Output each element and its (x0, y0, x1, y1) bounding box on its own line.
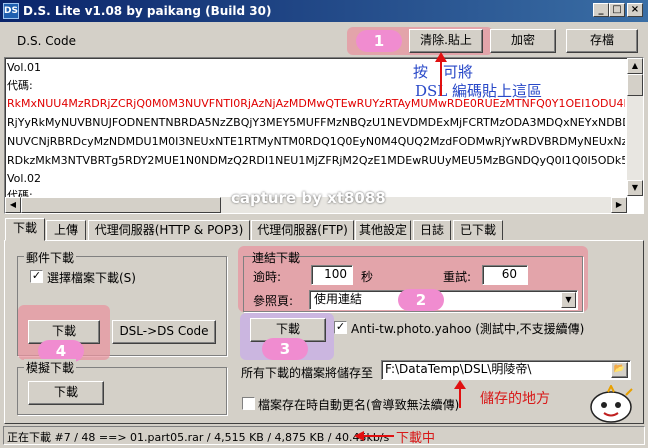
dropdown-arrow-icon[interactable]: ▼ (561, 292, 576, 308)
annotation-downloading: 下載中 (396, 431, 436, 446)
title-bar[interactable]: DS D.S. Lite v1.08 by paikang (Build 30)… (0, 0, 648, 22)
tab-log[interactable]: 日誌 (413, 220, 451, 240)
tab-proxy-ftp[interactable]: 代理伺服器(FTP) (251, 220, 354, 240)
timeout-input[interactable]: 100 (311, 265, 353, 285)
paste-button[interactable]: 清除.貼上 (409, 29, 483, 53)
anti-yahoo-label: Anti-tw.photo.yahoo (測試中,不支援續傳) (351, 322, 585, 336)
horizontal-scroll-thumb[interactable] (21, 197, 221, 213)
vertical-scrollbar[interactable]: ▲ ▼ (627, 58, 643, 196)
badge-1: 1 (356, 30, 402, 52)
app-icon: DS (3, 3, 19, 19)
browse-folder-icon[interactable]: 📂 (611, 362, 628, 378)
close-button[interactable]: × (627, 3, 643, 17)
tab-download[interactable]: 下載 (5, 218, 45, 241)
save-button[interactable]: 存檔 (566, 29, 638, 53)
simulate-download-button[interactable]: 下載 (28, 381, 104, 405)
vertical-scroll-thumb[interactable] (627, 74, 643, 96)
code-textarea[interactable]: Vol.01 代碼: RkMxNUU4MzRDRjZCRjQ0M0M3NUVFN… (4, 52, 644, 214)
arrow-up-icon (435, 52, 447, 96)
arrow-left-icon (354, 431, 394, 441)
tab-other-settings[interactable]: 其他設定 (355, 220, 411, 240)
referer-label: 參照頁: (253, 294, 294, 308)
scroll-up-icon[interactable]: ▲ (627, 58, 643, 74)
select-file-checkbox[interactable]: ✓ (30, 270, 43, 283)
code-line: RDkzMkM3NTVBRTg5RDY2MUE1N0NDMzQ2RDI1NEU1… (7, 154, 625, 167)
window-title: D.S. Lite v1.08 by paikang (Build 30) (23, 4, 272, 18)
referer-select-value: 使用連結 (314, 292, 363, 306)
watermark: capture by xt8088 (231, 189, 386, 207)
simulate-download-label: 模擬下載 (24, 359, 77, 376)
ds-code-label: D.S. Code (17, 34, 77, 48)
select-file-label: 選擇檔案下載(S) (47, 271, 136, 285)
link-download-label: 連結下載 (252, 251, 301, 265)
timeout-label: 逾時: (253, 270, 282, 284)
auto-rename-checkbox[interactable] (242, 397, 255, 410)
retry-label: 重試: (443, 270, 472, 284)
scroll-left-icon[interactable]: ◀ (5, 197, 21, 213)
anti-yahoo-checkbox[interactable]: ✓ (334, 321, 347, 334)
timeout-unit: 秒 (361, 270, 374, 284)
minimize-button[interactable]: _ (593, 3, 609, 17)
auto-rename-label: 檔案存在時自動更名(會導致無法續傳) (258, 398, 460, 412)
tab-downloaded[interactable]: 已下載 (453, 220, 503, 240)
code-line: RjYyRkMyNUVBNUJFODNENTNBRDA5NzZBQjY3MEY5… (7, 116, 625, 129)
mail-download-label: 郵件下載 (24, 249, 77, 266)
mascot-icon (590, 385, 633, 423)
scroll-right-icon[interactable]: ▶ (611, 197, 627, 213)
save-path-label: 所有下載的檔案將儲存至 (241, 366, 374, 380)
badge-2: 2 (398, 289, 444, 311)
tab-upload[interactable]: 上傳 (46, 220, 86, 240)
code-line: Vol.02 (7, 172, 41, 185)
annotation-save-location: 儲存的地方 (480, 391, 550, 407)
save-path-value: F:\DataTemp\DSL\明陵帝\ (385, 362, 532, 376)
scroll-down-icon[interactable]: ▼ (627, 180, 643, 196)
save-path-input[interactable]: F:\DataTemp\DSL\明陵帝\ 📂 (381, 360, 631, 380)
maximize-button[interactable]: □ (609, 3, 625, 17)
status-text: 正在下載 #7 / 48 ==> 01.part05.rar / 4,515 K… (7, 431, 390, 444)
tab-proxy-http[interactable]: 代理伺服器(HTTP & POP3) (88, 220, 250, 240)
encrypt-button[interactable]: 加密 (490, 29, 556, 53)
code-line: Vol.01 (7, 61, 41, 74)
dsl-to-ds-code-button[interactable]: DSL->DS Code (112, 320, 216, 344)
code-line: NUVCNjRBRDcyMzNDMDU1M0I3NEUxNTE1RTMyNTM0… (7, 135, 625, 148)
retry-input[interactable]: 60 (482, 265, 528, 285)
badge-3: 3 (262, 338, 308, 360)
status-bar: 正在下載 #7 / 48 ==> 01.part05.rar / 4,515 K… (3, 426, 645, 446)
